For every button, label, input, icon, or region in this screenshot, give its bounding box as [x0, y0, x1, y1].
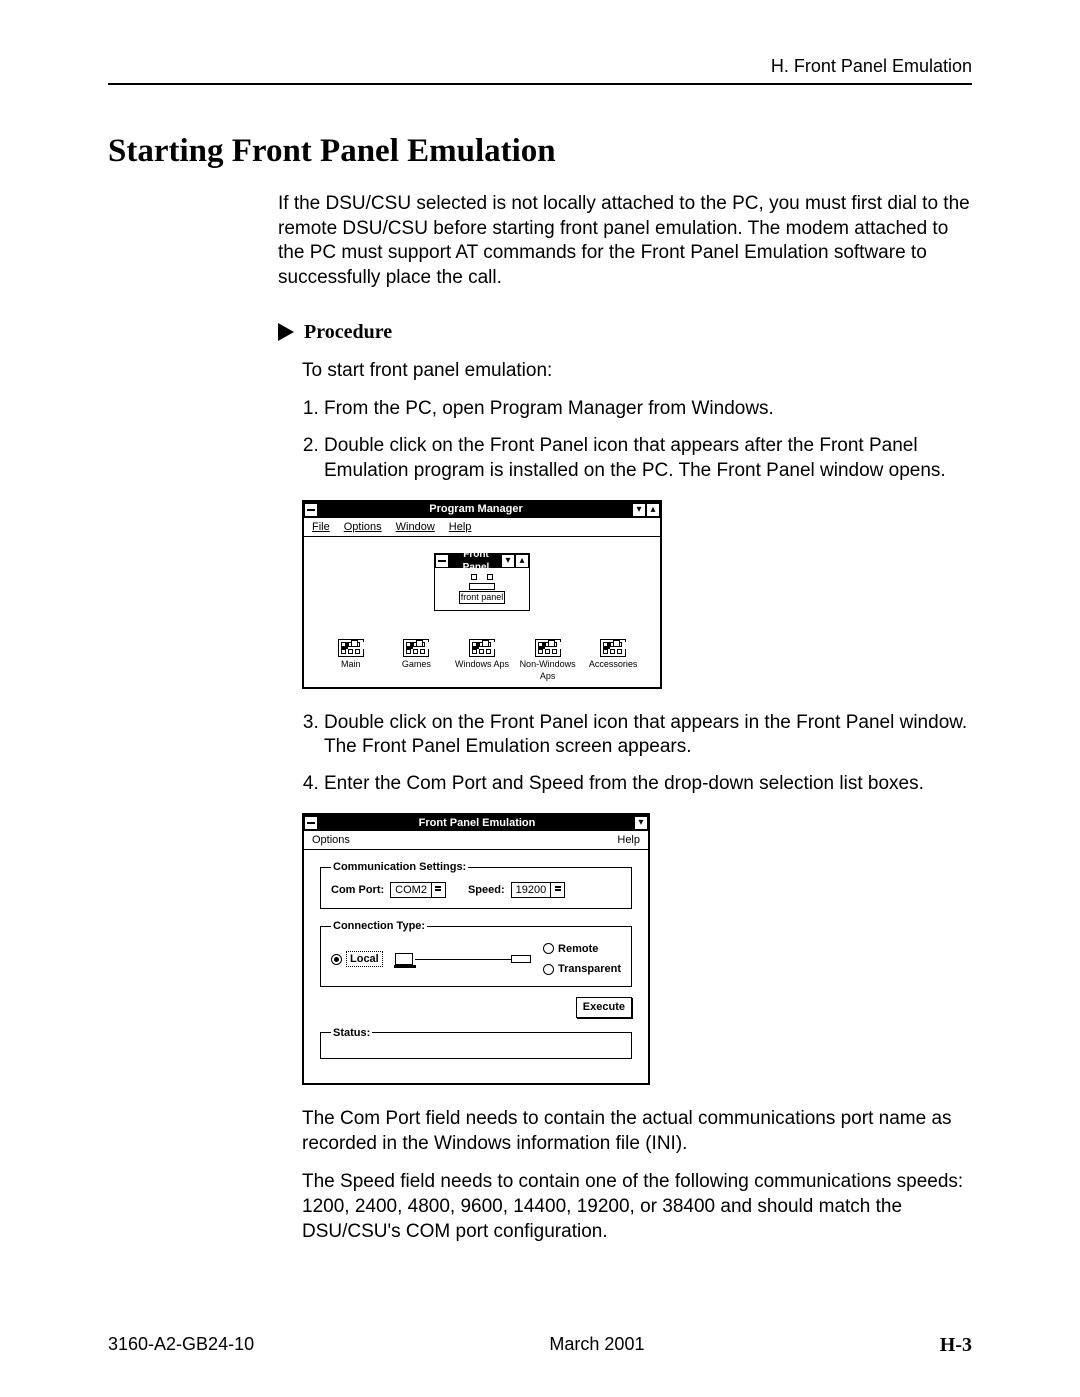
note-speed: The Speed field needs to contain one of … — [302, 1170, 972, 1244]
system-menu-icon[interactable] — [304, 816, 318, 830]
group-main[interactable]: Main — [322, 639, 380, 682]
execute-button[interactable]: Execute — [576, 997, 632, 1017]
group-label: Non-Windows Aps — [519, 659, 577, 682]
maximize-button[interactable]: ▴ — [515, 554, 529, 568]
radio-icon — [331, 954, 342, 965]
minimize-button[interactable]: ▾ — [632, 503, 646, 517]
menu-window[interactable]: Window — [396, 520, 435, 534]
radio-remote-label: Remote — [558, 942, 598, 956]
group-label: Windows Aps — [453, 659, 511, 671]
menu-help[interactable]: Help — [449, 520, 472, 534]
procedure-heading: Procedure — [304, 319, 392, 345]
procedure-marker-icon — [278, 323, 294, 341]
connection-type-group: Connection Type: Local — [320, 919, 632, 987]
radio-local[interactable]: Local — [331, 951, 383, 967]
group-windows-aps[interactable]: Windows Aps — [453, 639, 511, 682]
maximize-button[interactable]: ▴ — [646, 503, 660, 517]
group-non-windows-aps[interactable]: Non-Windows Aps — [519, 639, 577, 682]
program-manager-window: Program Manager ▾ ▴ File Options Window … — [302, 500, 662, 689]
front-panel-icon-label: front panel — [459, 591, 505, 605]
window-title: Program Manager — [320, 502, 632, 516]
menu-options[interactable]: Options — [312, 833, 350, 847]
group-label: Games — [387, 659, 445, 671]
front-panel-emulation-window: Front Panel Emulation ▾ Options Help Com… — [302, 813, 650, 1085]
radio-local-label: Local — [346, 951, 383, 967]
front-panel-program-icon[interactable] — [469, 574, 495, 590]
system-menu-icon[interactable] — [435, 554, 449, 568]
footer-page-number: H-3 — [940, 1334, 972, 1357]
menu-help[interactable]: Help — [617, 833, 640, 847]
minimize-button[interactable]: ▾ — [501, 554, 515, 568]
front-panel-group-window: Front Panel ▾ ▴ front panel — [434, 553, 530, 612]
window-title: Front Panel Emulation — [320, 816, 634, 830]
menu-file[interactable]: File — [312, 520, 330, 534]
note-com-port: The Com Port field needs to contain the … — [302, 1107, 972, 1156]
dropdown-icon[interactable] — [431, 883, 445, 897]
group-label: Main — [322, 659, 380, 671]
header-rule — [108, 83, 972, 85]
procedure-intro: To start front panel emulation: — [302, 359, 972, 384]
minimize-button[interactable]: ▾ — [634, 816, 648, 830]
step-2: Double click on the Front Panel icon tha… — [324, 434, 972, 483]
menu-options[interactable]: Options — [344, 520, 382, 534]
step-1: From the PC, open Program Manager from W… — [324, 397, 972, 422]
speed-select[interactable]: 19200 — [511, 882, 566, 898]
running-header: H. Front Panel Emulation — [108, 56, 972, 77]
footer-date: March 2001 — [549, 1334, 644, 1357]
group-games[interactable]: Games — [387, 639, 445, 682]
intro-paragraph: If the DSU/CSU selected is not locally a… — [278, 192, 972, 291]
dropdown-icon[interactable] — [550, 883, 564, 897]
radio-remote[interactable]: Remote — [543, 942, 621, 956]
connection-type-legend: Connection Type: — [331, 919, 427, 933]
communication-settings-legend: Communication Settings: — [331, 860, 468, 874]
status-group: Status: — [320, 1026, 632, 1059]
communication-settings-group: Communication Settings: Com Port: COM2 S… — [320, 860, 632, 909]
radio-transparent[interactable]: Transparent — [543, 962, 621, 976]
window-title: Front Panel — [451, 548, 501, 574]
speed-value: 19200 — [512, 883, 551, 897]
speed-label: Speed: — [468, 883, 505, 897]
step-4: Enter the Com Port and Speed from the dr… — [324, 772, 972, 797]
status-legend: Status: — [331, 1026, 372, 1040]
radio-transparent-label: Transparent — [558, 962, 621, 976]
group-label: Accessories — [584, 659, 642, 671]
system-menu-icon[interactable] — [304, 503, 318, 517]
com-port-select[interactable]: COM2 — [390, 882, 446, 898]
page-title: Starting Front Panel Emulation — [108, 133, 972, 170]
group-accessories[interactable]: Accessories — [584, 639, 642, 682]
step-3: Double click on the Front Panel icon tha… — [324, 711, 972, 760]
com-port-label: Com Port: — [331, 883, 384, 897]
radio-icon — [543, 943, 554, 954]
radio-icon — [543, 964, 554, 975]
footer-doc-number: 3160-A2-GB24-10 — [108, 1334, 254, 1357]
com-port-value: COM2 — [391, 883, 431, 897]
connection-diagram-icon — [395, 949, 531, 969]
